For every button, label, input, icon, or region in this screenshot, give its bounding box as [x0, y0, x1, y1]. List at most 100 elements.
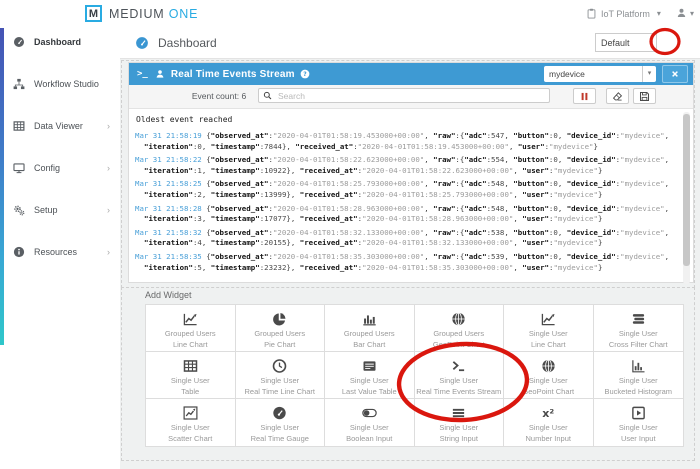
event-log-entry: Mar 31 21:58:25 {"observed_at":"2020-04-… — [135, 179, 677, 200]
add-widget-cell-single-user-user-input[interactable]: Single UserUser Input — [594, 399, 684, 446]
export-log-button[interactable] — [633, 88, 656, 104]
brand-name: MEDIUM ONE — [109, 7, 198, 21]
table-icon — [183, 358, 198, 374]
sidebar-item-data-viewer[interactable]: Data Viewer› — [0, 105, 120, 147]
sidebar: DashboardWorkflow StudioData Viewer›Conf… — [0, 28, 121, 469]
widget-cell-label-line1: Single User — [594, 376, 684, 387]
sidebar-item-label: Dashboard — [34, 37, 81, 47]
string-icon — [451, 405, 466, 421]
geopoint-icon — [541, 358, 556, 374]
clear-log-button[interactable] — [606, 88, 629, 104]
log-scrollbar-thumb[interactable] — [683, 114, 690, 266]
event-log-entry: Mar 31 21:58:22 {"observed_at":"2020-04-… — [135, 155, 677, 176]
widget-cell-label-line1: Single User — [415, 376, 504, 387]
caret-down-icon: ▾ — [690, 9, 694, 18]
widget-cell-label-line1: Single User — [236, 423, 325, 434]
widget-cell-label-line2: Real Time Gauge — [236, 434, 325, 445]
sidebar-nav: DashboardWorkflow StudioData Viewer›Conf… — [0, 21, 120, 273]
device-select-value: mydevice — [544, 69, 642, 79]
event-line-1: Mar 31 21:58:32 {"observed_at":"2020-04-… — [135, 228, 677, 239]
pause-stream-button[interactable] — [573, 88, 596, 104]
add-widget-cell-single-user-boolean-input[interactable]: Single UserBoolean Input — [325, 399, 415, 446]
dashboard-name-input[interactable] — [596, 37, 649, 49]
widget-cell-label-line2: Bucketed Histogram — [594, 387, 684, 398]
sidebar-item-resources[interactable]: Resources› — [0, 231, 120, 273]
event-line-2: "iteration":3, "timestamp":17077}, "rece… — [135, 214, 677, 225]
log-scrollbar[interactable] — [683, 112, 690, 284]
clock-icon — [272, 358, 287, 374]
search-icon — [263, 91, 272, 100]
widget-cell-label-line1: Single User — [504, 376, 593, 387]
chevron-right-icon: › — [107, 163, 120, 173]
add-widget-cell-single-user-number-input[interactable]: x²Single UserNumber Input — [504, 399, 594, 446]
chevron-right-icon: › — [107, 247, 120, 257]
user-input-icon — [631, 405, 646, 421]
widget-cell-label-line1: Grouped Users — [146, 329, 235, 340]
app-window: M MEDIUM ONE IoT Platform ▾ ▾ DashboardW… — [0, 0, 700, 469]
search-input[interactable] — [276, 90, 545, 102]
main-header: Dashboard ▾ — [120, 28, 700, 59]
event-list: Mar 31 21:58:19 {"observed_at":"2020-04-… — [135, 131, 677, 273]
dashboard-icon — [135, 36, 149, 50]
sidebar-item-setup[interactable]: Setup› — [0, 189, 120, 231]
sidebar-item-workflow-studio[interactable]: Workflow Studio — [0, 63, 120, 105]
add-widget-cell-single-user-geopoint-chart[interactable]: Single UserGeoPoint Chart — [504, 352, 594, 399]
save-icon — [639, 91, 650, 102]
event-log-entry: Mar 31 21:58:19 {"observed_at":"2020-04-… — [135, 131, 677, 152]
widget-cell-label-line1: Single User — [504, 423, 593, 434]
add-widget-cell-single-user-real-time-line-chart[interactable]: Single UserReal Time Line Chart — [236, 352, 326, 399]
caret-down-icon: ▾ — [649, 39, 656, 47]
widget-cell-label-line2: String Input — [415, 434, 504, 445]
last-value-icon — [362, 358, 377, 374]
sidebar-item-label: Workflow Studio — [34, 79, 99, 89]
help-icon[interactable]: ? — [300, 69, 310, 79]
sidebar-accent-strip — [0, 28, 4, 345]
sidebar-item-label: Config — [34, 163, 60, 173]
add-widget-cell-single-user-last-value-table[interactable]: Single UserLast Value Table — [325, 352, 415, 399]
chevron-right-icon: › — [107, 121, 120, 131]
add-widget-cell-single-user-cross-filter-chart[interactable]: Single UserCross Filter Chart — [594, 305, 684, 352]
add-widget-cell-single-user-real-time-gauge[interactable]: Single UserReal Time Gauge — [236, 399, 326, 446]
add-widget-cell-grouped-users-pie-chart[interactable]: Grouped UsersPie Chart — [236, 305, 326, 352]
histogram-icon — [631, 358, 646, 374]
event-line-2: "iteration":2, "timestamp":13999}, "rece… — [135, 190, 677, 201]
caret-down-icon: ▾ — [657, 9, 661, 18]
platform-menu[interactable]: IoT Platform ▾ — [586, 7, 661, 20]
widget-cell-label-line1: Single User — [594, 329, 684, 340]
widget-cell-label-line2: GeoPoint Chart — [415, 340, 504, 351]
add-widget-cell-single-user-scatter-chart[interactable]: Single UserScatter Chart — [146, 399, 236, 446]
sidebar-item-label: Setup — [34, 205, 58, 215]
config-icon — [13, 162, 25, 174]
widget-cell-label-line2: Table — [146, 387, 235, 398]
cross-filter-icon — [631, 311, 646, 327]
add-widget-cell-single-user-bucketed-histogram[interactable]: Single UserBucketed Histogram — [594, 352, 684, 399]
add-widget-cell-single-user-string-input[interactable]: Single UserString Input — [415, 399, 505, 446]
widget-cell-label-line1: Single User — [415, 423, 504, 434]
widget-cell-label-line2: Line Chart — [504, 340, 593, 351]
bar-chart-icon — [362, 311, 377, 327]
event-log-entry: Mar 31 21:58:35 {"observed_at":"2020-04-… — [135, 252, 677, 273]
event-line-2: "iteration":1, "timestamp":10922}, "rece… — [135, 166, 677, 177]
widget-cell-label-line2: Cross Filter Chart — [594, 340, 684, 351]
widget-cell-label-line1: Grouped Users — [325, 329, 414, 340]
add-widget-cell-single-user-line-chart[interactable]: Single UserLine Chart — [504, 305, 594, 352]
add-widget-cell-single-user-table[interactable]: Single UserTable — [146, 352, 236, 399]
search-box[interactable] — [258, 88, 550, 103]
scatter-icon — [183, 405, 198, 421]
line-chart-icon — [183, 311, 198, 327]
platform-menu-label: IoT Platform — [601, 9, 650, 19]
dashboard-select[interactable]: ▾ — [595, 33, 657, 52]
main-area: Dashboard ▾ >_ Real Time Events Stream ?… — [120, 28, 700, 469]
add-widget-cell-grouped-users-bar-chart[interactable]: Grouped UsersBar Chart — [325, 305, 415, 352]
add-widget-cell-single-user-real-time-events-stream[interactable]: Single UserReal Time Events Stream — [415, 352, 505, 399]
widget-cell-label-line1: Single User — [594, 423, 684, 434]
user-menu[interactable]: ▾ — [676, 7, 694, 19]
sidebar-item-config[interactable]: Config › — [0, 147, 120, 189]
close-widget-button[interactable] — [662, 65, 688, 83]
widget-cell-label-line2: Bar Chart — [325, 340, 414, 351]
device-select[interactable]: mydevice ▾ — [544, 66, 656, 82]
add-widget-cell-grouped-users-line-chart[interactable]: Grouped UsersLine Chart — [146, 305, 236, 352]
sidebar-item-dashboard[interactable]: Dashboard — [0, 21, 120, 63]
add-widget-cell-grouped-users-geopoint-chart[interactable]: Grouped UsersGeoPoint Chart — [415, 305, 505, 352]
svg-text:?: ? — [303, 71, 307, 78]
